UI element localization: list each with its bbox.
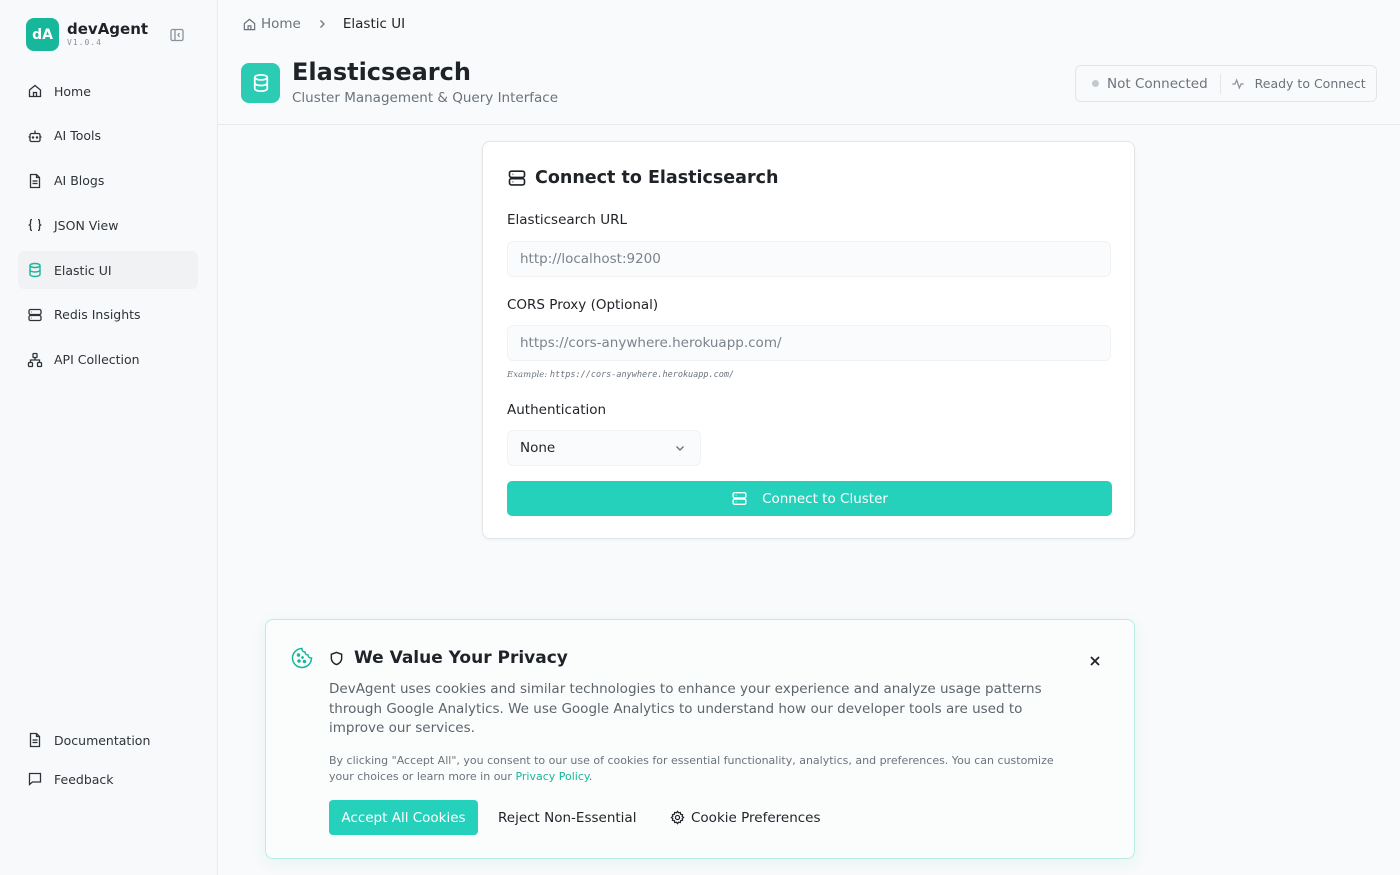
sidebar-collapse-button[interactable]	[168, 26, 186, 44]
url-label: Elasticsearch URL	[507, 212, 627, 228]
sidebar-toggle-icon	[170, 28, 184, 42]
connection-status: Not Connected Ready to Connect	[1075, 65, 1377, 102]
gear-icon	[670, 810, 685, 825]
cookie-fine-print-end: .	[588, 770, 593, 783]
breadcrumb-current: Elastic UI	[342, 16, 406, 32]
server-icon	[26, 306, 44, 324]
elasticsearch-logo	[241, 63, 280, 103]
status-dot-icon	[1092, 80, 1099, 87]
sidebar-item-label: AI Blogs	[54, 173, 105, 189]
cookie-fine-print: By clicking "Accept All", you consent to…	[329, 753, 1069, 785]
chevron-down-icon	[676, 446, 684, 451]
sidebar-item-documentation[interactable]: Documentation	[18, 722, 198, 758]
cors-proxy-input[interactable]	[507, 325, 1111, 361]
accept-all-cookies-button[interactable]: Accept All Cookies	[329, 800, 478, 835]
server-icon	[732, 491, 747, 506]
privacy-policy-link[interactable]: Privacy Policy	[515, 770, 588, 783]
sidebar-item-elastic-ui[interactable]: Elastic UI	[18, 251, 198, 290]
sidebar-item-json-view[interactable]: JSON View	[18, 206, 198, 244]
sidebar: dA devAgent V1.0.4 Home AI Tools AI Blog…	[0, 0, 218, 875]
auth-selected-value: None	[520, 440, 556, 456]
braces-icon	[26, 216, 44, 234]
sidebar-item-redis-insights[interactable]: Redis Insights	[18, 296, 198, 334]
cookie-preferences-button[interactable]: Cookie Preferences	[664, 800, 827, 835]
status-divider	[1219, 73, 1221, 94]
cors-label: CORS Proxy (Optional)	[507, 297, 659, 313]
app-version: V1.0.4	[67, 38, 102, 47]
sidebar-item-home[interactable]: Home	[18, 72, 198, 110]
sidebar-nav: Home AI Tools AI Blogs JSON View Elastic…	[18, 72, 198, 386]
header-divider	[218, 124, 1400, 125]
cors-hint: Example: https://cors-anywhere.herokuapp…	[507, 370, 734, 380]
connect-button[interactable]: Connect to Cluster	[507, 481, 1112, 516]
breadcrumb-home-label: Home	[261, 16, 301, 32]
auth-select[interactable]: None	[507, 430, 701, 466]
sidebar-item-label: Redis Insights	[54, 307, 141, 323]
close-icon	[1090, 656, 1100, 666]
sidebar-item-label: Feedback	[54, 771, 114, 787]
cookie-description: DevAgent uses cookies and similar techno…	[329, 681, 1042, 736]
page-subtitle: Cluster Management & Query Interface	[292, 90, 559, 106]
sidebar-item-label: Home	[54, 83, 91, 99]
robot-icon	[26, 127, 44, 145]
server-icon	[508, 170, 526, 186]
sidebar-item-label: JSON View	[54, 217, 119, 233]
cookie-banner-title: We Value Your Privacy	[329, 648, 568, 668]
document-icon	[26, 731, 44, 749]
connect-card-title: Connect to Elasticsearch	[507, 168, 778, 188]
connect-card-title-text: Connect to Elasticsearch	[535, 168, 779, 188]
cookie-icon	[290, 646, 314, 674]
sidebar-item-label: Elastic UI	[54, 262, 112, 278]
reject-non-essential-button[interactable]: Reject Non-Essential	[492, 800, 642, 835]
message-icon	[26, 770, 44, 788]
close-button[interactable]	[1086, 652, 1104, 670]
connect-card: Connect to Elasticsearch Elasticsearch U…	[482, 141, 1135, 539]
breadcrumb-home[interactable]: Home	[242, 16, 301, 32]
home-icon	[26, 82, 44, 100]
page-title: Elasticsearch	[292, 58, 471, 86]
brand[interactable]: dA devAgent V1.0.4	[26, 18, 148, 51]
sidebar-item-label: API Collection	[54, 352, 140, 368]
document-icon	[26, 172, 44, 190]
cookie-fine-print-text: By clicking "Accept All", you consent to…	[329, 754, 1054, 783]
auth-label: Authentication	[507, 402, 607, 418]
cookie-banner-title-text: We Value Your Privacy	[354, 648, 568, 668]
connect-button-label: Connect to Cluster	[762, 490, 888, 507]
activity-icon	[1231, 77, 1244, 90]
chevron-right-icon	[317, 19, 327, 29]
sidebar-item-label: AI Tools	[54, 128, 102, 144]
cors-hint-value: https://cors-anywhere.herokuapp.com/	[549, 370, 735, 380]
app-name: devAgent	[67, 20, 149, 38]
connection-status-label: Not Connected	[1107, 75, 1208, 92]
sidebar-item-ai-tools[interactable]: AI Tools	[18, 117, 198, 155]
shield-icon	[330, 651, 343, 665]
cookie-banner: We Value Your Privacy DevAgent uses cook…	[265, 619, 1135, 859]
network-icon	[26, 351, 44, 369]
sidebar-item-feedback[interactable]: Feedback	[18, 761, 198, 797]
elasticsearch-url-input[interactable]	[507, 241, 1111, 277]
sidebar-bottom-nav: Documentation Feedback	[18, 722, 198, 800]
home-icon	[243, 18, 256, 30]
cors-hint-prefix: Example:	[507, 370, 550, 380]
sidebar-item-api-collection[interactable]: API Collection	[18, 341, 198, 379]
app-logo: dA	[26, 18, 59, 51]
database-icon	[26, 261, 44, 279]
ready-status-label: Ready to Connect	[1254, 76, 1366, 91]
sidebar-item-label: Documentation	[54, 732, 151, 748]
cookie-preferences-label: Cookie Preferences	[691, 809, 821, 826]
sidebar-item-ai-blogs[interactable]: AI Blogs	[18, 162, 198, 200]
breadcrumb: Home Elastic UI	[242, 16, 405, 32]
database-icon	[253, 74, 268, 93]
